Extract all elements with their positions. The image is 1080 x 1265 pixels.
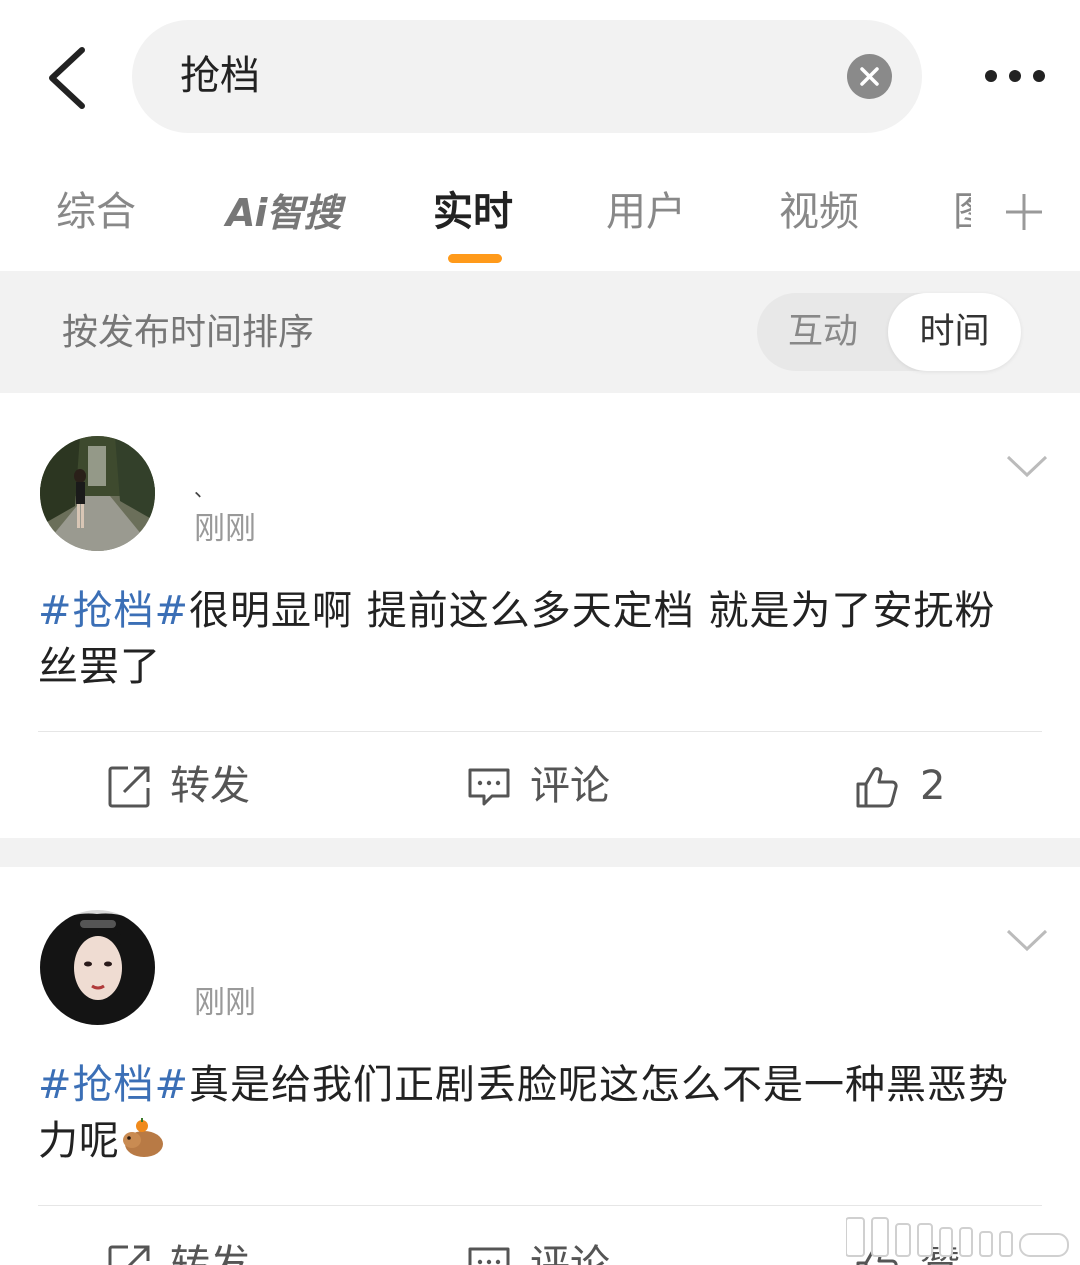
chevron-down-icon[interactable] (1004, 451, 1050, 481)
tab-videos[interactable]: 视频 (779, 186, 859, 238)
back-arrow-icon[interactable] (38, 42, 98, 112)
tab-comprehensive[interactable]: 综合 (56, 186, 136, 238)
tab-realtime[interactable]: 实时 (433, 186, 513, 238)
comment-icon (468, 768, 510, 806)
repost-button[interactable]: 转发 (106, 1237, 266, 1265)
comment-icon (468, 1247, 510, 1265)
hashtag-link[interactable]: #抢档# (38, 1062, 189, 1108)
active-tab-indicator (448, 254, 502, 263)
comment-button[interactable]: 评论 (466, 1237, 626, 1265)
search-tabs: 综合 Ai智搜 实时 用户 视频 图 (0, 150, 1080, 270)
post-content: #抢档#很明显啊 提前这么多天定档 就是为了安抚粉丝罢了 (38, 583, 1028, 695)
repost-icon (108, 766, 150, 808)
tab-users[interactable]: 用户 (606, 186, 686, 238)
tab-images-label: 图 (953, 189, 971, 235)
comment-label: 评论 (530, 763, 610, 809)
sort-option-interaction[interactable]: 互动 (757, 293, 889, 371)
repost-label: 转发 (170, 763, 250, 809)
avatar[interactable] (40, 436, 155, 551)
divider (38, 731, 1042, 732)
thumbs-up-icon (856, 767, 898, 808)
sort-bar: 按发布时间排序 互动 时间 (0, 271, 1080, 393)
comment-label: 评论 (530, 1242, 610, 1265)
avatar[interactable] (40, 910, 155, 1025)
capybara-emoji-icon (120, 1114, 166, 1160)
add-tab-icon[interactable] (1002, 182, 1046, 242)
like-count: 2 (920, 763, 946, 809)
username[interactable]: 、 (194, 473, 214, 502)
post-card: 、 刚刚 #抢档#很明显啊 提前这么多天定档 就是为了安抚粉丝罢了 转发 评论 … (0, 393, 1080, 838)
repost-label: 转发 (170, 1242, 250, 1265)
post-card: 刚刚 #抢档#真是给我们正剧丢脸呢这怎么不是一种黑恶势力呢 转发 评论 赞 (0, 867, 1080, 1265)
search-header: 抢档 (0, 0, 1080, 150)
repost-button[interactable]: 转发 (106, 758, 266, 814)
comment-button[interactable]: 评论 (466, 758, 626, 814)
like-button[interactable]: 2 (854, 758, 964, 814)
tab-images[interactable]: 图 (953, 186, 971, 238)
hashtag-link[interactable]: #抢档# (38, 588, 189, 634)
chevron-down-icon[interactable] (1004, 925, 1050, 955)
watermark-logo (846, 1214, 1072, 1260)
post-actions: 转发 评论 2 (0, 738, 1080, 838)
sort-label: 按发布时间排序 (62, 312, 315, 353)
post-separator (0, 838, 1080, 867)
divider (38, 1205, 1042, 1206)
clear-search-icon[interactable] (847, 54, 892, 99)
more-options-icon[interactable] (980, 62, 1054, 90)
sort-option-time[interactable]: 时间 (888, 293, 1021, 371)
post-content: #抢档#真是给我们正剧丢脸呢这怎么不是一种黑恶势力呢 (38, 1057, 1028, 1169)
post-time: 刚刚 (194, 985, 256, 1021)
sort-toggle: 互动 时间 (757, 293, 1021, 371)
post-time: 刚刚 (194, 511, 256, 547)
search-query-text: 抢档 (180, 53, 260, 99)
repost-icon (108, 1245, 150, 1265)
search-input[interactable]: 抢档 (132, 20, 922, 133)
tab-ai-search[interactable]: Ai智搜 (226, 190, 341, 236)
